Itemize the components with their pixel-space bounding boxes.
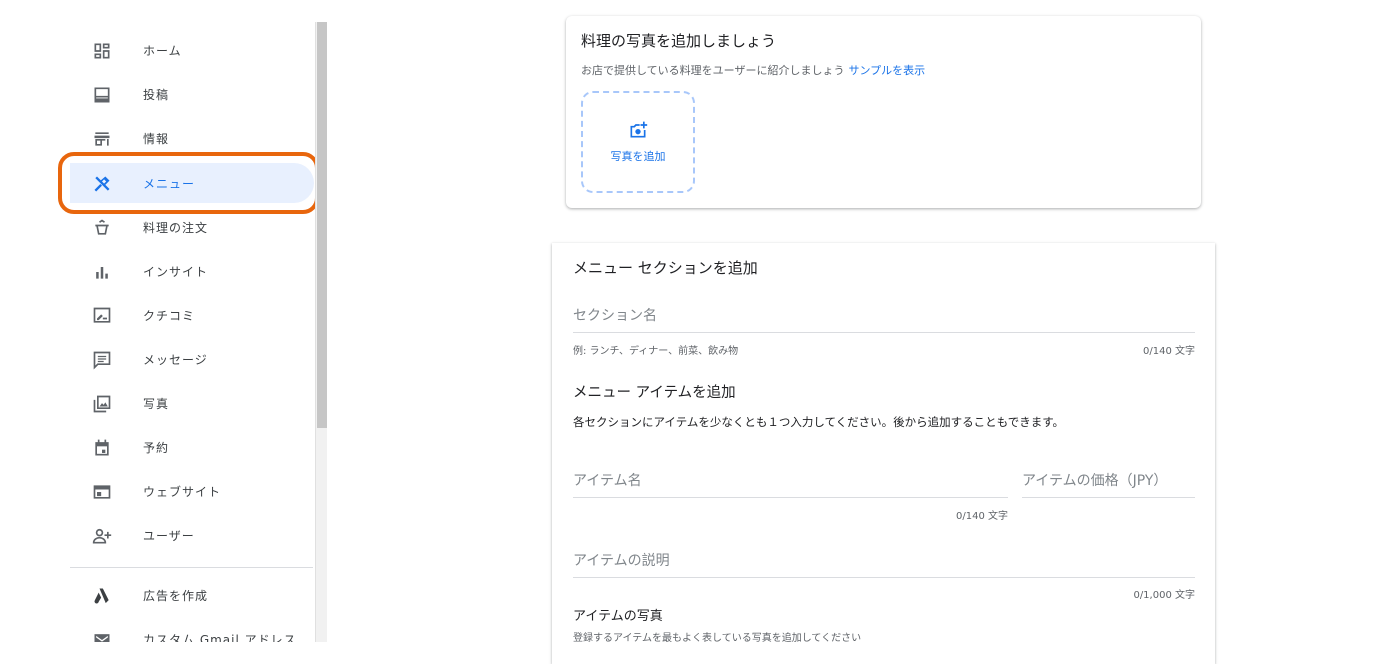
item-description-field[interactable] (573, 546, 1195, 578)
sidebar-item-label: ホーム (143, 43, 182, 58)
item-description-input[interactable] (573, 546, 1195, 576)
sidebar-divider (70, 567, 313, 568)
sidebar-item-insights[interactable]: インサイト (70, 251, 314, 291)
order-icon (91, 217, 113, 239)
website-icon (91, 481, 113, 503)
sidebar-scrollbar[interactable] (315, 22, 327, 642)
card-title: 料理の写真を追加しましょう (581, 32, 777, 50)
add-photo-label: 写真を追加 (610, 150, 666, 163)
message-icon (91, 349, 113, 371)
add-user-icon (91, 525, 113, 547)
add-photo-camera-icon (628, 120, 648, 144)
sidebar-item-label: 広告を作成 (143, 588, 209, 603)
card-description: お店で提供している料理をユーザーに紹介しましょう サンプルを表示 (581, 62, 925, 78)
sidebar-item-create-ad[interactable]: 広告を作成 (70, 575, 314, 615)
description-text: お店で提供している料理をユーザーに紹介しましょう (581, 64, 845, 77)
sidebar-item-label: ウェブサイト (143, 484, 222, 499)
item-heading: メニュー アイテムを追加 (573, 385, 736, 401)
reviews-icon (91, 305, 113, 327)
sidebar-item-label: メッセージ (143, 352, 208, 367)
section-name-input[interactable] (573, 301, 1195, 331)
sidebar-item-messages[interactable]: メッセージ (70, 339, 314, 379)
sidebar-item-menu[interactable]: メニュー (70, 163, 314, 203)
item-name-input[interactable] (573, 466, 1008, 496)
sidebar-item-label: ユーザー (143, 528, 195, 543)
sidebar-item-label: 情報 (143, 131, 170, 146)
section-name-counter: 0/140 文字 (1143, 346, 1195, 357)
sidebar-item-website[interactable]: ウェブサイト (70, 471, 314, 511)
photo-library-icon (91, 393, 113, 415)
add-food-photos-card: 料理の写真を追加しましょう お店で提供している料理をユーザーに紹介しましょう サン… (566, 16, 1201, 208)
calendar-icon (91, 437, 113, 459)
dashboard-icon (91, 40, 113, 62)
store-icon (91, 128, 113, 150)
item-note: 各セクションにアイテムを少なくとも１つ入力してください。後から追加することもでき… (573, 415, 1065, 429)
sidebar-item-food-order[interactable]: 料理の注文 (70, 207, 314, 247)
sidebar-nav: ホーム 投稿 情報 メニュー 料理の注文 インサイト クチコミ メッセージ 写真… (70, 22, 328, 642)
sidebar-item-home[interactable]: ホーム (70, 30, 314, 70)
card-title: メニュー セクションを追加 (573, 259, 758, 277)
sidebar-item-label: クチコミ (143, 308, 196, 323)
add-menu-section-card: メニュー セクションを追加 例: ランチ、ディナー、前菜、飲み物 0/140 文… (552, 243, 1215, 664)
sidebar-item-label: メニュー (143, 176, 196, 191)
sidebar-item-label: 料理の注文 (143, 220, 209, 235)
add-photo-button[interactable]: 写真を追加 (581, 91, 695, 193)
item-name-counter: 0/140 文字 (956, 511, 1008, 522)
sidebar-item-photos[interactable]: 写真 (70, 383, 314, 423)
sidebar-item-label: 予約 (143, 440, 170, 455)
show-sample-link[interactable]: サンプルを表示 (848, 64, 925, 77)
google-ads-icon (91, 585, 113, 607)
section-name-field[interactable] (573, 301, 1195, 333)
section-name-hint: 例: ランチ、ディナー、前菜、飲み物 (573, 346, 739, 357)
sidebar-item-label: インサイト (143, 264, 209, 279)
sidebar-item-posts[interactable]: 投稿 (70, 74, 314, 114)
scrollbar-thumb[interactable] (317, 22, 327, 428)
item-photo-heading: アイテムの写真 (573, 609, 663, 624)
posts-icon (91, 84, 113, 106)
restaurant-icon (91, 173, 113, 195)
item-price-field[interactable] (1022, 466, 1195, 498)
item-description-counter: 0/1,000 文字 (1133, 590, 1195, 601)
sidebar-item-custom-gmail[interactable]: カスタム Gmail アドレス (70, 619, 314, 642)
sidebar-item-users[interactable]: ユーザー (70, 515, 314, 555)
sidebar-item-label: カスタム Gmail アドレス (143, 632, 297, 643)
sidebar-item-reviews[interactable]: クチコミ (70, 295, 314, 335)
item-photo-hint: 登録するアイテムを最もよく表している写真を追加してください (573, 633, 862, 644)
sidebar-item-bookings[interactable]: 予約 (70, 427, 314, 467)
item-price-input[interactable] (1022, 466, 1195, 496)
sidebar-item-label: 写真 (143, 396, 170, 411)
sidebar-item-label: 投稿 (143, 87, 170, 102)
item-name-field[interactable] (573, 466, 1008, 498)
sidebar-item-info[interactable]: 情報 (70, 118, 314, 158)
insights-icon (91, 261, 113, 283)
mail-icon (91, 629, 113, 642)
